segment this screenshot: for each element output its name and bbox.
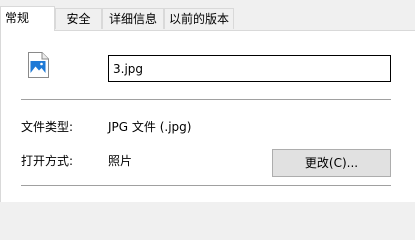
tab-security[interactable]: 安全 (55, 8, 102, 29)
tab-previous-versions[interactable]: 以前的版本 (164, 8, 234, 29)
image-file-icon (27, 52, 49, 78)
opens-with-value: 照片 (108, 154, 133, 168)
tab-general[interactable]: 常规 (0, 6, 55, 31)
file-type-value: JPG 文件 (.jpg) (108, 120, 192, 134)
divider (21, 99, 391, 100)
tab-details[interactable]: 详细信息 (102, 8, 164, 29)
divider (21, 185, 391, 186)
file-properties-dialog: 常规 安全 详细信息 以前的版本 文件类型: JPG 文件 (.jpg) 打开方… (0, 0, 415, 202)
general-tab-panel: 文件类型: JPG 文件 (.jpg) 打开方式: 照片 更改(C)... (0, 30, 415, 202)
file-type-label: 文件类型: (21, 120, 74, 134)
tab-strip: 常规 安全 详细信息 以前的版本 (0, 0, 415, 31)
file-name-input[interactable] (108, 55, 391, 82)
change-button[interactable]: 更改(C)... (272, 149, 391, 177)
opens-with-label: 打开方式: (21, 154, 74, 168)
